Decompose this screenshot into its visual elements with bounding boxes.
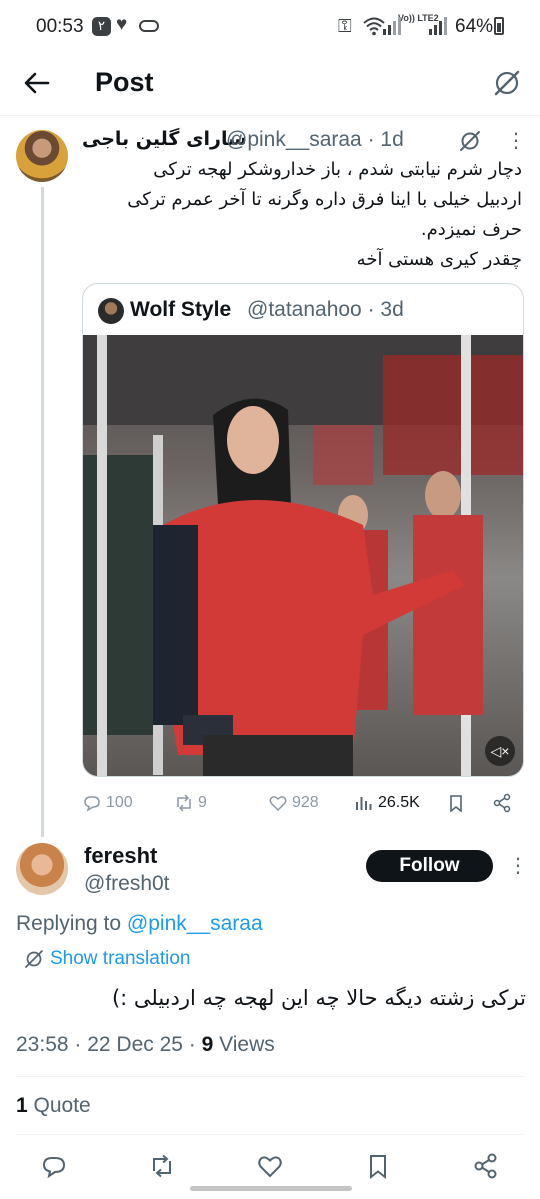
author-name[interactable]: سارای گلین باجی	[82, 128, 247, 150]
follow-button[interactable]: Follow	[366, 850, 493, 882]
heart-icon[interactable]	[256, 1152, 284, 1180]
share-icon[interactable]	[472, 1152, 500, 1180]
status-bar: 00:53 ۲ ♥ ⚿ Vo)) LTE2 64%	[0, 0, 540, 54]
mute-icon[interactable]: ◁×	[485, 736, 515, 766]
key-icon: ⚿	[338, 16, 352, 36]
divider	[16, 1076, 524, 1077]
reply-icon	[84, 796, 100, 812]
repost-icon[interactable]	[148, 1152, 176, 1180]
replying-prefix: Replying to	[16, 912, 127, 935]
views-count: 9	[201, 1033, 214, 1056]
show-translation-label: Show translation	[50, 948, 191, 969]
back-arrow-icon[interactable]	[22, 68, 52, 98]
views-label: Views	[213, 1033, 275, 1056]
divider	[16, 1134, 524, 1135]
tweet-line: دچار شرم نیابتی شدم ، باز خداروشکر لهجه …	[153, 159, 522, 180]
tweet-meta: 23:58 · 22 Dec 25 · 9 Views	[16, 1033, 275, 1057]
video-player[interactable]: ◁×	[83, 335, 523, 776]
heart-icon: ♥	[116, 14, 128, 35]
more-options-icon[interactable]: ⋮	[506, 128, 526, 153]
share-icon[interactable]	[492, 792, 512, 814]
grok-icon[interactable]	[492, 68, 522, 98]
cloud-icon	[139, 20, 159, 32]
signal-icon	[383, 17, 401, 35]
page-title: Post	[95, 67, 154, 97]
tweet-line: حرف نمیزدم.	[420, 219, 522, 240]
bookmark-icon[interactable]	[446, 792, 466, 814]
thread-connector	[41, 187, 44, 837]
reply-button[interactable]: 100	[82, 792, 133, 814]
quote-count-link[interactable]: 1 Quote	[16, 1094, 91, 1118]
quote-label: Quote	[27, 1094, 91, 1117]
battery-percent: 64%	[455, 16, 494, 37]
parent-tweet-actions: 100 9 928 26.5K	[82, 786, 524, 820]
like-count: 928	[292, 794, 319, 811]
repost-count: 9	[198, 794, 207, 811]
status-time: 00:53	[36, 16, 84, 37]
author-name[interactable]: feresht	[84, 843, 157, 869]
avatar[interactable]	[16, 843, 68, 895]
repost-icon	[177, 794, 191, 812]
reply-icon[interactable]	[40, 1152, 68, 1180]
app-header: Post	[0, 54, 540, 116]
parent-tweet-header: سارای گلین باجی @pink__saraa · 1d ⋮	[82, 128, 526, 156]
bookmark-icon[interactable]	[364, 1152, 392, 1180]
home-indicator[interactable]	[190, 1186, 352, 1191]
grok-icon[interactable]	[458, 129, 482, 153]
tweet-actions	[0, 1148, 540, 1184]
like-button[interactable]: 928	[268, 792, 319, 814]
reply-count: 100	[106, 794, 133, 811]
tweet-line: چقدر کیری هستی آخه	[356, 249, 522, 270]
replying-to: Replying to @pink__saraa	[16, 912, 263, 936]
tweet-line: اردبیل خیلی با اینا فرق داره وگرنه تا آخ…	[127, 189, 522, 210]
author-handle[interactable]: @fresh0t	[84, 872, 170, 896]
parent-tweet-text: دچار شرم نیابتی شدم ، باز خداروشکر لهجه …	[82, 155, 522, 275]
more-options-icon[interactable]: ⋮	[508, 853, 528, 878]
author-handle[interactable]: @pink__saraa · 1d	[226, 128, 404, 152]
grok-icon	[25, 950, 43, 968]
video-frame	[83, 335, 523, 776]
heart-icon	[269, 796, 287, 812]
replying-to-link[interactable]: @pink__saraa	[127, 912, 263, 935]
quoted-author-handle: @tatanahoo · 3d	[247, 298, 404, 321]
notification-badge: ۲	[92, 17, 111, 36]
quoted-author-name: Wolf Style	[130, 298, 232, 321]
avatar[interactable]	[16, 130, 68, 182]
quoted-tweet[interactable]: Wolf Style @tatanahoo · 3d ◁×	[82, 283, 524, 777]
tweet-date: 23:58 · 22 Dec 25 ·	[16, 1033, 202, 1056]
repost-button[interactable]: 9	[174, 792, 207, 814]
quote-count: 1	[16, 1094, 28, 1117]
analytics-icon	[356, 797, 372, 810]
battery-icon	[494, 17, 504, 35]
tweet-text: ترکی زشته دیگه حالا چه این لهجه چه اردبی…	[111, 986, 526, 1010]
show-translation-button[interactable]: Show translation	[24, 948, 190, 970]
signal-icon-2	[429, 17, 447, 35]
view-count: 26.5K	[378, 794, 420, 811]
avatar	[98, 298, 124, 324]
views-button[interactable]: 26.5K	[354, 792, 420, 814]
